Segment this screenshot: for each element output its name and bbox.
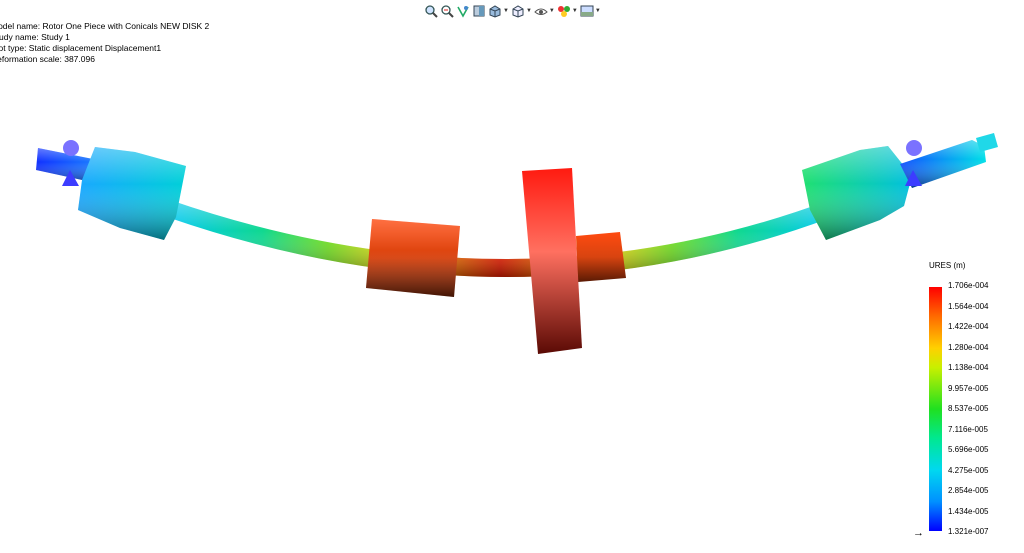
right-conical-hub (802, 146, 912, 240)
left-collar (366, 219, 460, 297)
rotor-disk (522, 168, 582, 354)
fea-model-viewport[interactable] (0, 0, 1024, 553)
right-shaft-end (900, 133, 998, 188)
left-conical-hub (78, 147, 186, 240)
rotor-shaft (170, 200, 830, 277)
right-bearing-marker-icon (906, 140, 922, 156)
left-bearing-marker-icon (63, 140, 79, 156)
right-collar (576, 232, 626, 282)
